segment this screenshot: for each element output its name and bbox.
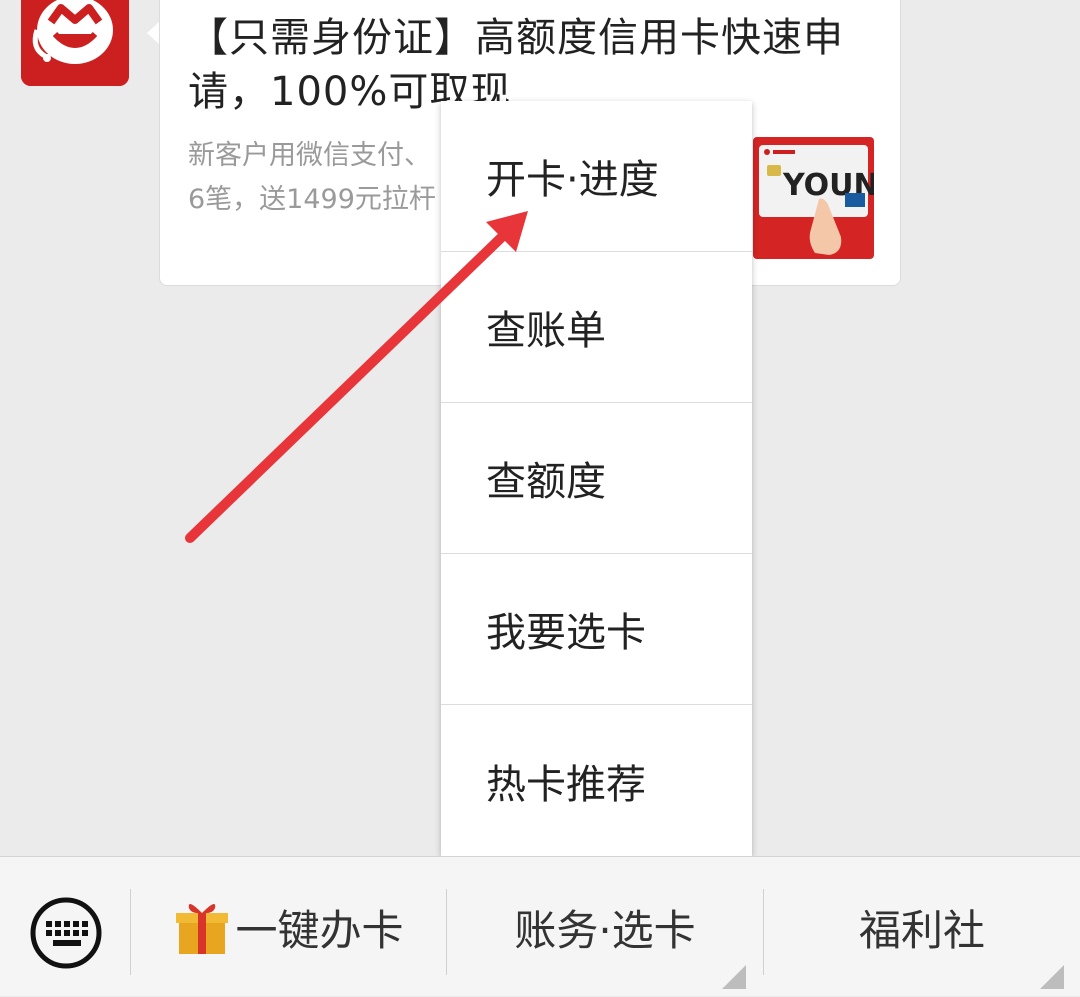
bank-logo-avatar[interactable] [21,0,129,86]
submenu-indicator-icon [1040,965,1064,989]
menu-accounts-cards-label: 账务·选卡 [514,905,696,955]
submenu-item-choose-card[interactable]: 我要选卡 [441,554,752,705]
message-bubble-tail [147,22,159,44]
submenu-popup: 开卡·进度 查账单 查额度 我要选卡 热卡推荐 [441,101,752,856]
bottom-menu-bar: 一键办卡 账务·选卡 福利社 [0,856,1080,996]
menu-accounts-cards[interactable]: 账务·选卡 [447,857,763,997]
menu-one-click-apply-label: 一键办卡 [235,905,404,955]
menu-one-click-apply[interactable]: 一键办卡 [131,857,446,997]
submenu-indicator-icon [722,965,746,989]
submenu-item-check-bill[interactable]: 查账单 [441,252,752,403]
gift-icon [176,904,229,954]
keyboard-toggle-button[interactable] [29,896,103,970]
submenu-item-card-progress[interactable]: 开卡·进度 [441,101,752,252]
submenu-item-check-limit[interactable]: 查额度 [441,403,752,554]
keyboard-icon [30,897,102,969]
submenu-item-hot-cards[interactable]: 热卡推荐 [441,705,752,856]
credit-card-thumbnail: YOUNG [753,137,874,259]
menu-welfare-label: 福利社 [858,905,985,955]
menu-welfare[interactable]: 福利社 [764,857,1080,997]
bank-logo-icon [21,0,129,86]
